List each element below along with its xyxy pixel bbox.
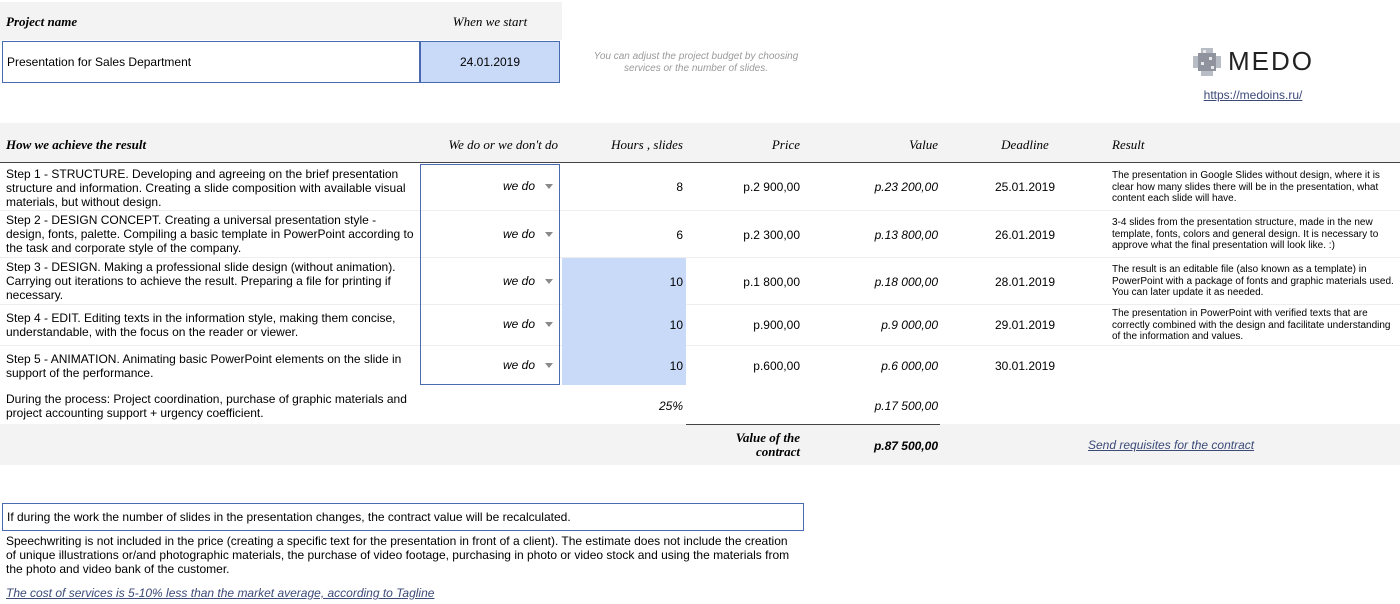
choice-label: we do [502,227,535,241]
step-2-result: 3-4 slides from the presentation structu… [1112,217,1379,251]
step-3-hours[interactable]: 10 [562,275,683,289]
step-3-choice-dropdown[interactable]: we do [421,271,559,291]
process-percent: 25% [658,399,683,413]
step-1-deadline: 25.01.2019 [994,180,1056,194]
step-1-text: Step 1 - STRUCTURE. Developing and agree… [6,167,406,209]
col-deadline: Deadline [1001,137,1049,152]
chevron-down-icon [545,321,553,327]
step-3-deadline: 28.01.2019 [994,275,1056,289]
choice-label: we do [502,358,535,372]
col-value: Value [909,137,938,152]
step-1-result: The presentation in Google Slides withou… [1112,170,1380,204]
medo-logo: MEDO [1192,46,1314,77]
step-2-value: p.13 800,00 [874,228,938,242]
step-1-choice-dropdown[interactable]: we do [421,176,559,196]
col-how: How we achieve the result [6,137,147,152]
step-5-deadline: 30.01.2019 [994,359,1056,373]
cost-comparison-link[interactable]: The cost of services is 5-10% less than … [6,586,434,600]
step-5-choice-dropdown[interactable]: we do [421,355,559,375]
step-4-hours[interactable]: 10 [562,318,683,332]
process-text: During the process: Project coordination… [6,392,407,420]
row-divider [0,304,1400,305]
medo-logo-text: MEDO [1228,46,1314,76]
col-price: Price [771,137,800,152]
step-5-hours[interactable]: 10 [562,359,683,373]
step-1-value: p.23 200,00 [874,180,938,194]
step-4-choice-dropdown[interactable]: we do [421,314,559,334]
step-1-price: p.2 900,00 [743,180,800,194]
project-name-field[interactable]: Presentation for Sales Department [2,41,420,83]
website-link[interactable]: https://medoins.ru/ [1180,88,1326,102]
step-4-deadline: 29.01.2019 [994,318,1056,332]
choice-label: we do [502,274,535,288]
col-result: Result [1112,137,1145,152]
speechwriting-note: Speechwriting is not included in the pri… [6,534,790,576]
project-name-label: Project name [6,14,78,29]
step-5-price: p.600,00 [753,359,800,373]
step-3-result: The result is an editable file (also kno… [1112,264,1394,298]
medo-logo-icon [1193,47,1221,76]
col-dodont: We do or we don't do [448,137,558,152]
start-date-label: When we start [452,14,528,29]
step-4-price: p.900,00 [753,318,800,332]
choice-label: we do [502,317,535,331]
step-1-hours[interactable]: 8 [562,180,683,194]
chevron-down-icon [545,231,553,237]
total-value: p.87 500,00 [873,439,938,453]
step-2-deadline: 26.01.2019 [994,228,1056,242]
budget-hint: You can adjust the project budget by cho… [593,51,799,74]
step-4-text: Step 4 - EDIT. Editing texts in the info… [6,311,396,339]
step-5-text: Step 5 - ANIMATION. Animating basic Powe… [6,352,402,380]
step-4-result: The presentation in PowerPoint with veri… [1112,308,1391,342]
total-divider [686,424,940,425]
step-3-value: p.18 000,00 [874,275,938,289]
step-5-value: p.6 000,00 [881,359,938,373]
start-date-field[interactable]: 24.01.2019 [420,41,560,83]
step-2-hours[interactable]: 6 [562,228,683,242]
step-3-price: p.1 800,00 [743,275,800,289]
row-divider [0,210,1400,211]
chevron-down-icon [545,278,553,284]
step-4-value: p.9 000,00 [881,318,938,332]
step-2-choice-dropdown[interactable]: we do [421,224,559,244]
step-2-price: p.2 300,00 [743,228,800,242]
step-3-text: Step 3 - DESIGN. Making a professional s… [6,260,396,302]
step-2-text: Step 2 - DESIGN CONCEPT. Creating a univ… [6,213,414,255]
row-divider [0,345,1400,346]
recalc-note: If during the work the number of slides … [2,503,804,531]
send-requisites-link[interactable]: Send requisites for the contract [1088,438,1254,452]
choice-label: we do [502,179,535,193]
row-divider [0,257,1400,258]
process-value: p.17 500,00 [874,399,938,413]
chevron-down-icon [545,362,553,368]
total-label: Value of the contract [735,430,800,459]
chevron-down-icon [545,183,553,189]
col-hours: Hours , slides [611,137,683,152]
